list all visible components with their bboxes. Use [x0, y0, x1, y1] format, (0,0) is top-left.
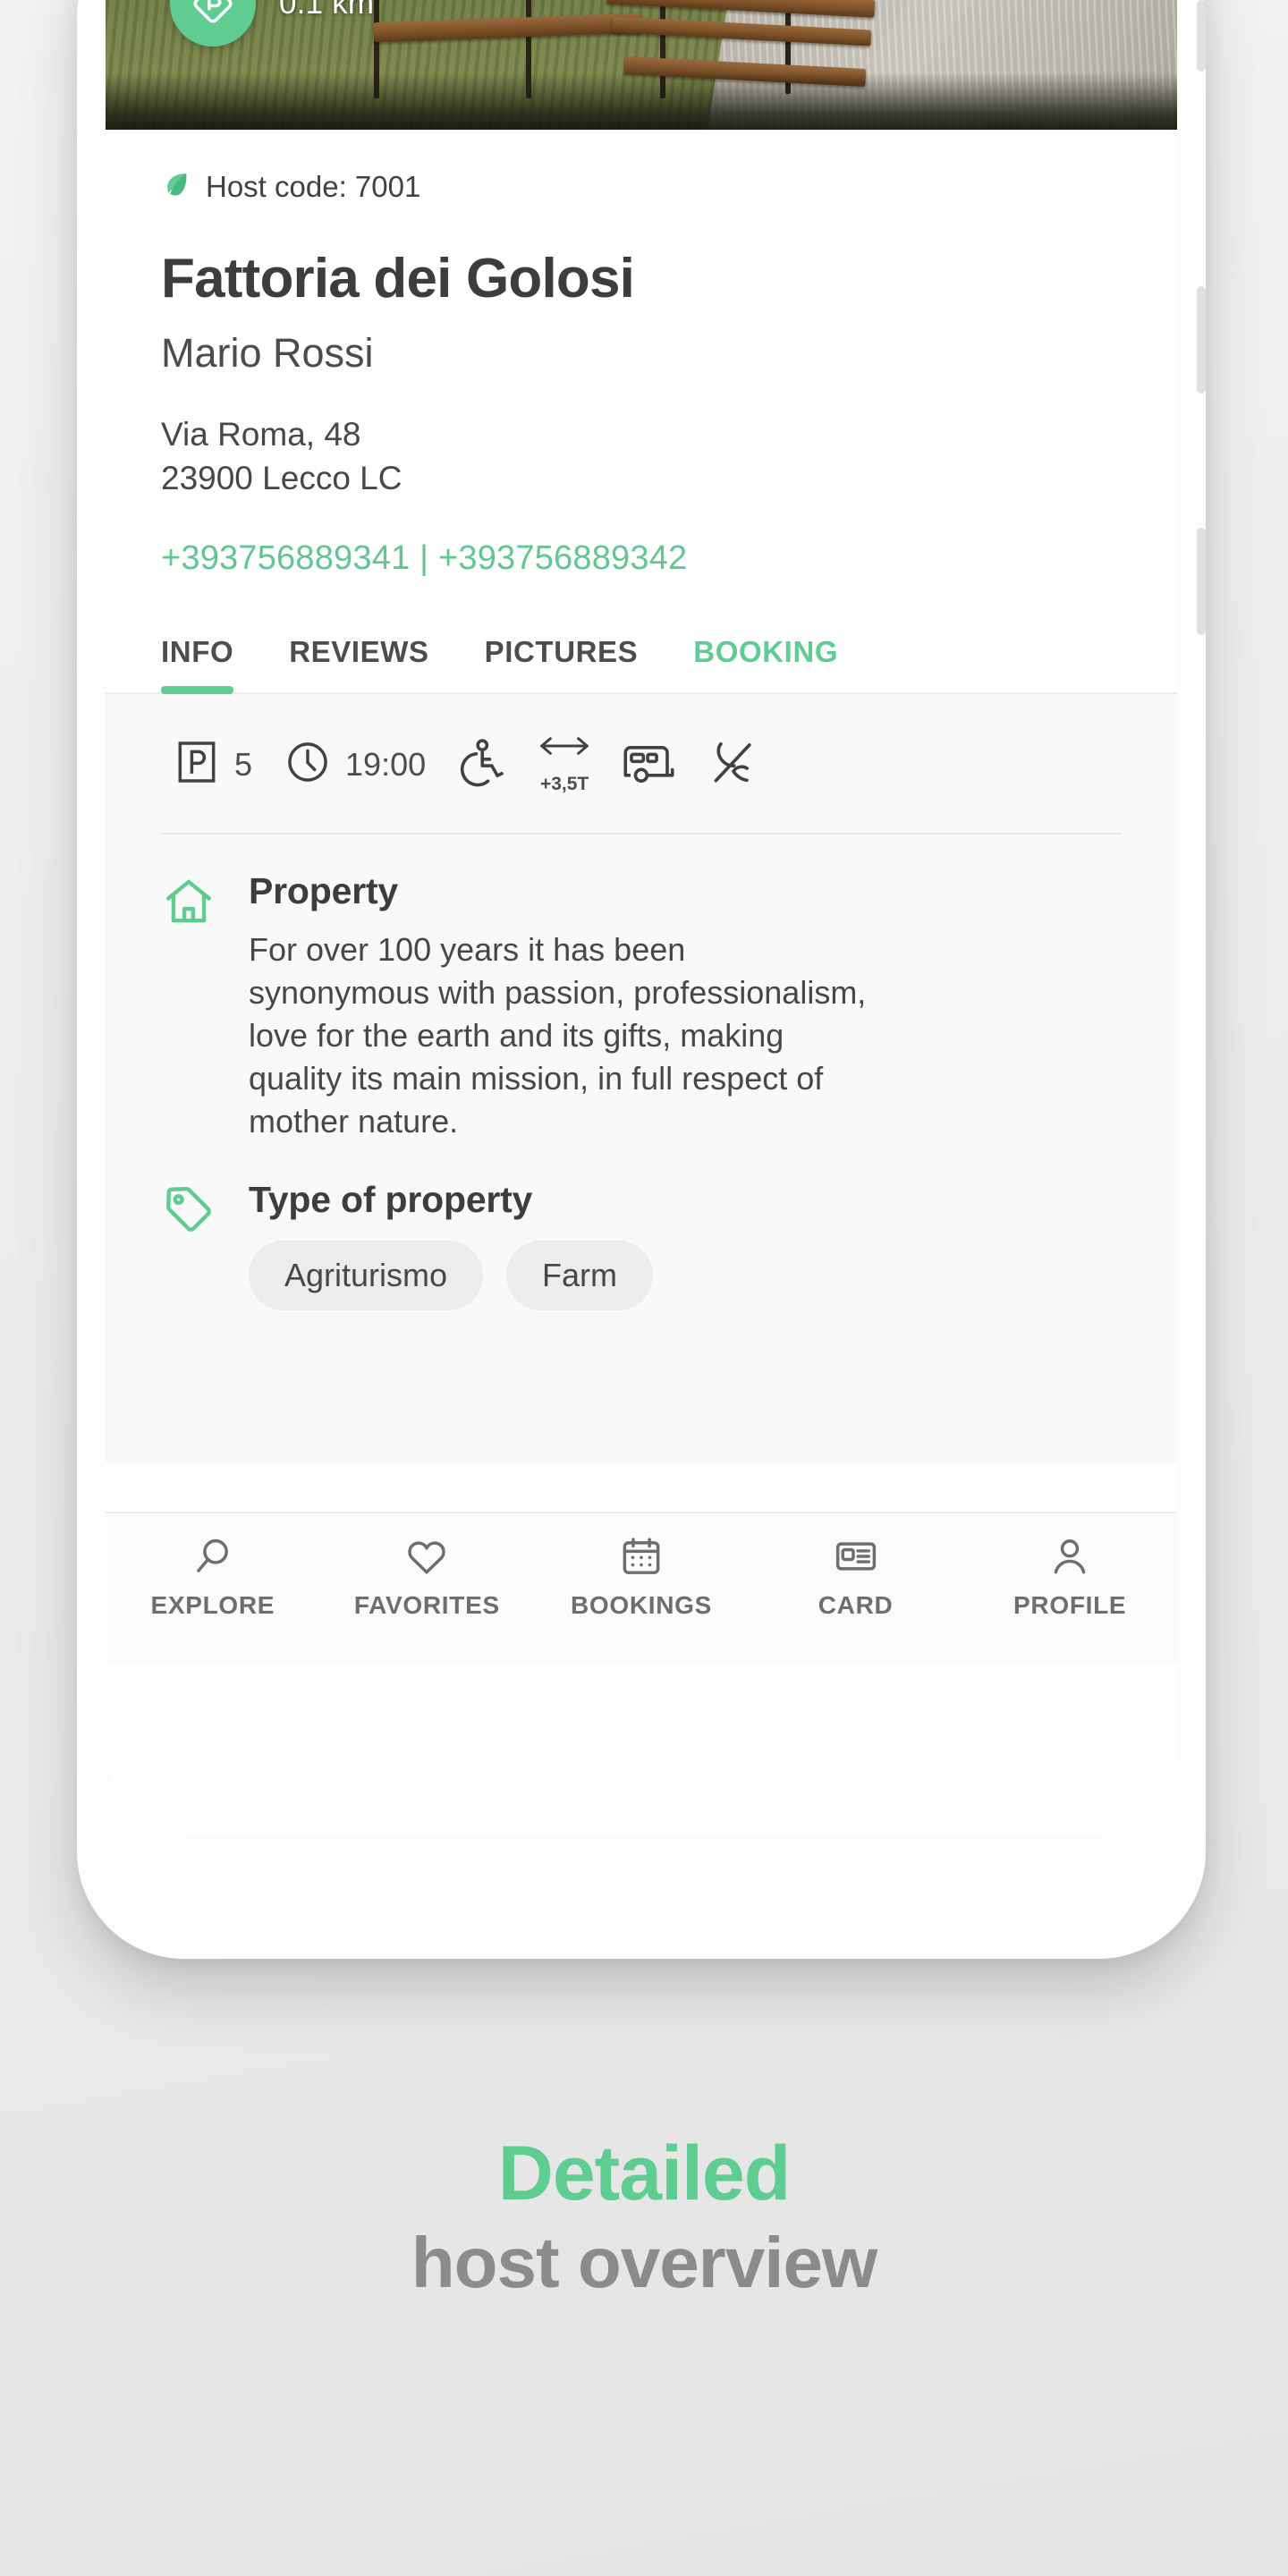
chip-agriturismo[interactable]: Agriturismo: [249, 1240, 484, 1310]
amenity-closing-time[interactable]: 19:00: [283, 737, 426, 792]
nav-label-profile: PROFILE: [1013, 1591, 1127, 1619]
max-weight-value: +3,5T: [539, 774, 589, 795]
nav-item-explore[interactable]: EXPLORE: [106, 1533, 320, 1620]
amenity-max-weight[interactable]: +3,5T: [538, 733, 590, 795]
heart-icon: [403, 1533, 450, 1582]
distance-badge[interactable]: 0.1 km: [170, 0, 374, 47]
clock-icon: [283, 737, 333, 792]
nav-item-favorites[interactable]: FAVORITES: [320, 1533, 535, 1620]
nav-label-card: CARD: [818, 1591, 894, 1619]
calendar-icon: [618, 1533, 665, 1582]
page-title: Fattoria dei Golosi: [161, 248, 635, 309]
section-property: Property For over 100 years it has been …: [161, 835, 1122, 1142]
hero-bottom-shade: [106, 72, 1177, 130]
hero-photo: 0.1 km: [106, 0, 1177, 130]
nav-item-card[interactable]: CARD: [749, 1533, 963, 1620]
phone-side-button-volume[interactable]: [1197, 286, 1206, 394]
amenity-no-pets[interactable]: [707, 736, 758, 792]
caption-line-2: host overview: [411, 2223, 878, 2303]
tab-booking[interactable]: BOOKING: [693, 635, 838, 692]
search-icon: [190, 1533, 236, 1582]
tab-bar: INFO REVIEWS PICTURES BOOKING: [106, 635, 1177, 695]
phone-screen: 0.1 km Host code: 7001 Fattoria dei Golo…: [106, 0, 1177, 1835]
wheelchair-accessible-icon: [456, 736, 508, 792]
phone-numbers[interactable]: +393756889341 | +393756889342: [161, 539, 1122, 578]
phone-side-button-power[interactable]: [1197, 528, 1206, 635]
camper-icon: [621, 737, 676, 792]
no-pets-crossed-icon: [707, 736, 758, 792]
owner-name: Mario Rossi: [161, 330, 374, 376]
parking-value: 5: [234, 745, 253, 783]
home-icon: [161, 870, 218, 1142]
amenities-row: 5 19:00 +3,5T: [161, 694, 1122, 835]
nav-label-favorites: FAVORITES: [353, 1591, 500, 1619]
distance-label: 0.1 km: [279, 0, 375, 21]
tab-pictures[interactable]: PICTURES: [485, 635, 639, 692]
host-code-row: Host code: 7001: [161, 169, 1122, 204]
tag-icon: [161, 1179, 218, 1310]
address-line-1: Via Roma, 48: [161, 416, 361, 453]
amenity-parking[interactable]: 5: [172, 737, 252, 792]
parking-icon: [172, 737, 222, 792]
section-type-title: Type of property: [249, 1178, 533, 1220]
host-info-block: Host code: 7001 Fattoria dei Golosi Mari…: [106, 130, 1177, 579]
phone-side-button-mute[interactable]: [1197, 0, 1206, 72]
closing-time-value: 19:00: [345, 745, 427, 783]
tab-reviews[interactable]: REVIEWS: [289, 635, 428, 692]
nav-item-profile[interactable]: PROFILE: [962, 1533, 1177, 1620]
nav-label-bookings: BOOKINGS: [570, 1591, 713, 1619]
amenity-wheelchair[interactable]: [456, 736, 508, 792]
bottom-navigation-bar: EXPLORE FAVORITES BOOKINGS CARD PROFILE: [106, 1512, 1177, 1664]
info-panel: 5 19:00 +3,5T Property For over 100 year…: [106, 694, 1177, 1464]
card-icon: [833, 1533, 879, 1582]
section-property-body: For over 100 years it has been synonymou…: [249, 931, 867, 1140]
address-line-2: 23900 Lecco LC: [161, 460, 402, 497]
location-diamond-icon: [170, 0, 256, 47]
marketing-caption: Detailed host overview: [0, 2129, 1288, 2307]
amenity-camper[interactable]: [621, 737, 676, 792]
person-icon: [1046, 1533, 1093, 1582]
nav-item-bookings[interactable]: BOOKINGS: [534, 1533, 749, 1620]
property-type-chips: Agriturismo Farm: [249, 1240, 654, 1310]
width-arrows-icon: [538, 733, 590, 763]
nav-label-explore: EXPLORE: [150, 1591, 275, 1619]
tab-info[interactable]: INFO: [161, 635, 234, 695]
chip-farm[interactable]: Farm: [506, 1240, 654, 1310]
section-type-of-property: Type of property Agriturismo Farm: [161, 1143, 1122, 1310]
section-property-title: Property: [249, 870, 399, 912]
caption-line-1: Detailed: [497, 2131, 792, 2216]
host-code-label: Host code: 7001: [206, 169, 421, 203]
leaf-icon: [161, 169, 191, 204]
